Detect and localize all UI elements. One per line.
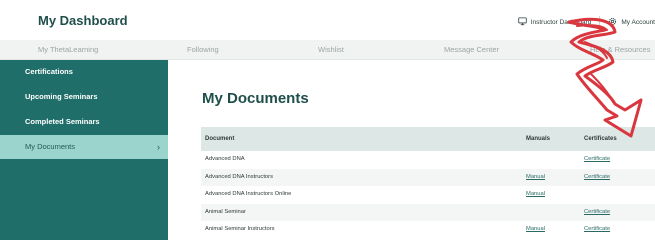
table-row: Advanced DNA Instructors Online Manual xyxy=(201,186,655,204)
sidebar-item-completed-seminars[interactable]: Completed Seminars xyxy=(0,110,168,134)
sidebar-item-label: Certifications xyxy=(25,67,73,76)
certificate-link[interactable]: Certificate xyxy=(584,204,610,222)
sidebar-item-certifications[interactable]: Certifications xyxy=(0,60,168,84)
chevron-right-icon: › xyxy=(157,142,160,152)
top-divider xyxy=(599,16,601,28)
my-account-link[interactable]: My Account xyxy=(608,17,655,28)
document-name: Advanced DNA Instructors Online xyxy=(205,191,292,197)
nav-help-resources[interactable]: Help & Resources xyxy=(590,45,650,54)
sidebar-item-label: Completed Seminars xyxy=(25,117,100,126)
top-header: My Dashboard Instructor Dashboard My Acc… xyxy=(0,0,655,40)
manual-link[interactable]: Manual xyxy=(526,221,545,239)
page-title: My Documents xyxy=(202,90,309,107)
monitor-icon xyxy=(518,16,527,28)
nav-my-thetalearning[interactable]: My ThetaLearning xyxy=(38,45,98,54)
main-nav: My ThetaLearning Following Wishlist Mess… xyxy=(0,40,655,60)
top-actions: Instructor Dashboard My Account xyxy=(518,16,655,28)
manual-link[interactable]: Manual xyxy=(526,186,545,204)
document-name: Advanced DNA xyxy=(205,156,245,162)
certificate-link[interactable]: Certificate xyxy=(584,169,610,187)
document-name: Animal Seminar xyxy=(205,208,246,215)
document-name: Advanced DNA Instructors xyxy=(205,173,273,180)
table-row: Advanced DNA Instructors Manual Certific… xyxy=(201,168,655,187)
nav-following[interactable]: Following xyxy=(187,45,219,54)
table-row: Animal Seminar Certificate xyxy=(201,203,655,222)
instructor-dashboard-label: Instructor Dashboard xyxy=(530,18,592,26)
documents-table: Document Manuals Certificates Advanced D… xyxy=(201,127,655,239)
table-row: Advanced DNA Certificate xyxy=(201,151,655,169)
sidebar-item-label: My Documents xyxy=(25,142,76,151)
nav-message-center[interactable]: Message Center xyxy=(444,45,499,54)
sidebar-item-label: Upcoming Seminars xyxy=(25,92,98,101)
sidebar: Certifications Upcoming Seminars Complet… xyxy=(0,60,168,240)
column-header-certificates: Certificates xyxy=(584,136,617,142)
my-account-label: My Account xyxy=(621,18,655,26)
nav-wishlist[interactable]: Wishlist xyxy=(318,45,344,54)
document-name: Animal Seminar Instructors xyxy=(205,226,275,232)
certificate-link[interactable]: Certificate xyxy=(584,221,610,239)
gear-icon xyxy=(608,17,617,28)
certificate-link[interactable]: Certificate xyxy=(584,151,610,169)
manual-link[interactable]: Manual xyxy=(526,169,545,187)
instructor-dashboard-link[interactable]: Instructor Dashboard xyxy=(518,16,592,28)
dashboard-title: My Dashboard xyxy=(38,13,128,28)
column-header-document: Document xyxy=(205,136,235,142)
sidebar-item-my-documents[interactable]: My Documents › xyxy=(0,135,168,159)
sidebar-item-upcoming-seminars[interactable]: Upcoming Seminars xyxy=(0,85,168,109)
column-header-manuals: Manuals xyxy=(526,136,551,142)
table-row: Animal Seminar Instructors Manual Certif… xyxy=(201,221,655,239)
table-header: Document Manuals Certificates xyxy=(201,127,655,151)
